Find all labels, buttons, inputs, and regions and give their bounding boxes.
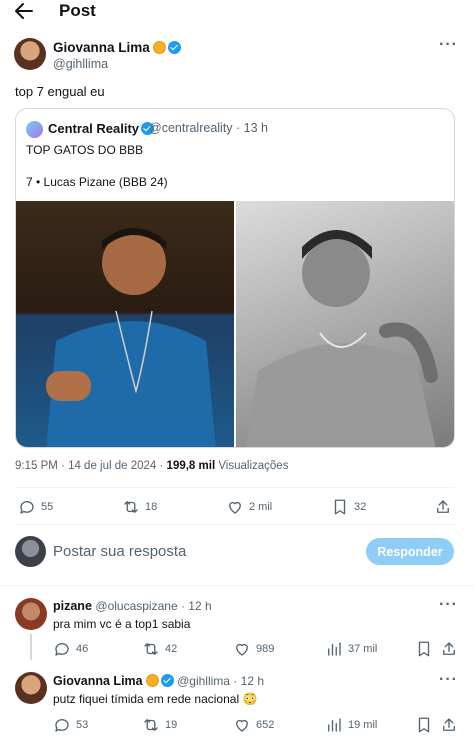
analytics-icon <box>328 718 341 732</box>
comment-text: pra mim vc é a top1 sabia <box>53 617 191 631</box>
bookmark-action[interactable] <box>415 716 433 734</box>
divider <box>15 487 455 488</box>
back-arrow-icon[interactable] <box>14 2 34 20</box>
quoted-post-card[interactable]: Central Reality @centralreality · 13 h T… <box>15 108 455 448</box>
share-action[interactable] <box>434 498 452 516</box>
comment-time: 12 h <box>240 674 264 688</box>
views-label: Visualizações <box>218 460 289 472</box>
quote-time: 13 h <box>243 121 269 135</box>
comment-avatar[interactable] <box>15 598 47 630</box>
post-date[interactable]: 14 de jul de 2024 <box>68 460 156 472</box>
bookmark-icon <box>334 499 346 515</box>
repost-count: 18 <box>145 501 158 513</box>
bookmark-icon <box>418 641 430 657</box>
current-user-avatar[interactable] <box>15 536 46 567</box>
quote-text-line-2: 7 • Lucas Pizane (BBB 24) <box>26 175 168 189</box>
reply-icon <box>55 719 69 732</box>
share-action[interactable] <box>440 716 458 734</box>
like-count: 652 <box>256 719 275 731</box>
comment-avatar[interactable] <box>15 672 47 704</box>
views-count: 19 mil <box>348 719 378 731</box>
heart-icon <box>236 719 248 732</box>
sun-emoji-icon <box>152 41 166 54</box>
author-name[interactable]: Giovanna Lima <box>53 40 181 55</box>
share-icon <box>443 642 455 655</box>
repost-icon <box>144 643 158 655</box>
views-action[interactable]: 37 mil <box>325 640 377 658</box>
like-action[interactable]: 989 <box>233 640 274 658</box>
reply-action[interactable]: 55 <box>18 498 53 516</box>
repost-icon <box>144 719 158 731</box>
heart-icon <box>229 501 241 514</box>
views-count: 37 mil <box>348 643 378 655</box>
like-action[interactable]: 652 <box>233 716 274 734</box>
thread-line <box>30 634 32 660</box>
reply-action[interactable]: 53 <box>53 716 88 734</box>
verified-badge-icon <box>167 41 181 54</box>
reply-count: 55 <box>41 501 54 513</box>
comment-text: putz fiquei tímida em rede nacional 😳 <box>53 692 258 706</box>
share-icon <box>443 718 455 731</box>
divider <box>15 524 455 525</box>
comment-header: pizane @olucaspizane · 12 h <box>53 599 212 613</box>
bookmark-count: 32 <box>354 501 367 513</box>
repost-action[interactable]: 18 <box>122 498 157 516</box>
views-action[interactable]: 19 mil <box>325 716 377 734</box>
like-count: 989 <box>256 643 275 655</box>
author-name-text[interactable]: Giovanna Lima <box>53 40 150 55</box>
comment-author-name[interactable]: pizane <box>53 599 92 613</box>
comment-author-name[interactable]: Giovanna Lima <box>53 674 143 688</box>
repost-action[interactable]: 42 <box>142 640 177 658</box>
heart-icon <box>236 643 248 656</box>
comment-author-handle[interactable]: @olucaspizane <box>95 599 177 613</box>
bookmark-icon <box>418 717 430 733</box>
reply-button[interactable]: Responder <box>366 538 454 565</box>
views-count: 199,8 mil <box>166 460 216 472</box>
verified-badge-icon <box>160 674 174 687</box>
repost-count: 19 <box>165 719 178 731</box>
post-meta: 9:15 PM · 14 de jul de 2024 · 199,8 mil … <box>15 460 289 472</box>
quote-photo-2[interactable] <box>236 201 454 447</box>
divider <box>0 585 474 586</box>
repost-icon <box>124 501 138 513</box>
quote-author-name-text[interactable]: Central Reality <box>48 121 139 136</box>
quote-author-handle[interactable]: @centralreality <box>149 121 233 135</box>
comment-time: 12 h <box>188 599 212 613</box>
repost-count: 42 <box>165 643 178 655</box>
bookmark-action[interactable]: 32 <box>331 498 366 516</box>
reply-icon <box>20 501 34 514</box>
more-options-icon[interactable]: ··· <box>439 596 458 614</box>
quote-avatar[interactable] <box>26 121 43 138</box>
share-icon <box>437 500 449 513</box>
quote-author-name[interactable]: Central Reality <box>48 121 155 136</box>
reply-count: 53 <box>76 719 89 731</box>
like-action[interactable]: 2 mil <box>226 498 272 516</box>
sun-emoji-icon <box>145 674 159 687</box>
bookmark-action[interactable] <box>415 640 433 658</box>
reply-count: 46 <box>76 643 89 655</box>
post-text: top 7 engual eu <box>15 84 105 99</box>
analytics-icon <box>328 642 341 656</box>
repost-action[interactable]: 19 <box>142 716 177 734</box>
quote-handle-line: @centralreality · 13 h <box>149 121 269 135</box>
quote-photo-1[interactable] <box>16 201 234 447</box>
reply-action[interactable]: 46 <box>53 640 88 658</box>
share-action[interactable] <box>440 640 458 658</box>
page-title: Post <box>59 1 96 20</box>
quote-text-line-1: TOP GATOS DO BBB <box>26 143 144 157</box>
reply-input[interactable]: Postar sua resposta <box>53 543 186 560</box>
author-handle[interactable]: @gihllima <box>53 57 108 71</box>
more-options-icon[interactable]: ··· <box>439 671 458 689</box>
avatar[interactable] <box>14 38 46 70</box>
post-time: 9:15 PM <box>15 460 58 472</box>
more-options-icon[interactable]: ··· <box>439 36 458 54</box>
reply-icon <box>55 643 69 656</box>
comment-author-handle[interactable]: @gihllima <box>177 674 230 688</box>
comment-header: Giovanna Lima @gihllima · 12 h <box>53 674 264 688</box>
like-count: 2 mil <box>249 501 273 513</box>
